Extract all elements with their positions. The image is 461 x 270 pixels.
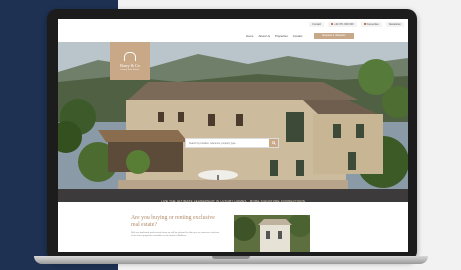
search-input[interactable] [186,140,272,146]
intro-section: Are you buying or renting exclusive real… [58,202,408,252]
nav-item-about[interactable]: About Us [258,34,270,38]
utility-links: Contact +34 971 000 000 Favourites Newsl… [309,22,404,27]
property-search [185,138,279,148]
utility-link-favourites[interactable]: Favourites [360,22,382,27]
nav-item-contact[interactable]: Contact [293,34,303,38]
brand-logo[interactable]: Barry & Co Luxury Real Estate [110,42,150,80]
utility-link-label: +34 971 000 000 [334,23,354,26]
logo-subtitle: Luxury Real Estate [120,68,140,71]
phone-icon [331,23,334,25]
search-icon [271,141,276,145]
laptop-notch [212,256,250,259]
intro-body: With our dedicated professional team we … [131,232,220,238]
villa-thumbnail-illustration [234,215,310,252]
utility-link-contact[interactable]: Contact [309,22,325,27]
search-button[interactable] [269,139,278,147]
villa-thumbnail[interactable] [234,215,310,252]
intro-heading: Are you buying or renting exclusive real… [131,215,215,228]
website-screen: Contact +34 971 000 000 Favourites Newsl… [58,19,408,252]
utility-link-label: Favourites [366,23,379,26]
tagline-strip: LIVE THE ULTIMATE LEADERSHIP IN LUXURY H… [58,189,408,203]
nav-items: Home About Us Properties Contact [246,34,302,38]
hero-image: Barry & Co Luxury Real Estate [58,42,408,189]
heart-icon [363,23,366,25]
nav-item-home[interactable]: Home [246,34,253,38]
valuation-button[interactable]: Request a Valuation [314,33,354,39]
logo-arch-icon [124,51,136,61]
main-nav: Home About Us Properties Contact Request… [58,31,408,42]
logo-name: Barry & Co [120,62,140,68]
nav-item-properties[interactable]: Properties [275,34,288,38]
utility-link-phone[interactable]: +34 971 000 000 [328,22,357,27]
utility-link-newsletter[interactable]: Newsletter [385,22,404,27]
